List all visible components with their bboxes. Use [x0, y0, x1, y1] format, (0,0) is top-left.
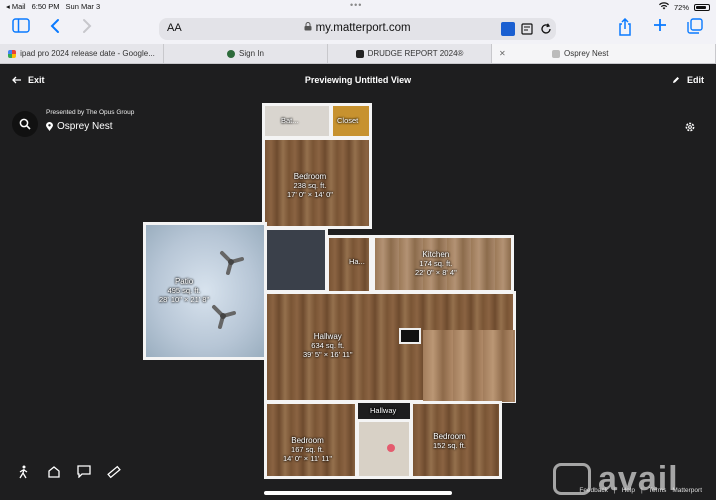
new-tab-icon[interactable] [650, 18, 670, 38]
room-bedroom-bottom-left[interactable]: Bedroom 167 sq. ft. 14' 0" × 11' 11" [264, 401, 358, 479]
help-link[interactable]: Help [622, 487, 635, 494]
status-bar: ◂ Mail 6:50 PM Sun Mar 3 ••• 72% [0, 0, 716, 12]
tab-overview-icon[interactable] [685, 18, 705, 38]
view-title: Previewing Untitled View [304, 75, 412, 85]
walk-icon[interactable] [16, 465, 32, 482]
column [399, 328, 421, 344]
matterport-brand[interactable]: Matterport [672, 487, 702, 494]
back-icon[interactable] [45, 18, 65, 38]
close-tab-icon[interactable]: ✕ [499, 49, 506, 58]
google-icon [8, 49, 17, 58]
globe-icon [227, 49, 236, 58]
dollhouse-icon[interactable] [46, 465, 62, 482]
battery-percent: 72% [673, 2, 689, 12]
room-kitchen[interactable]: Kitchen 174 sq. ft. 22' 0" × 8' 4" [372, 235, 514, 293]
wifi-icon [658, 2, 669, 12]
view-mode-controls [16, 465, 122, 482]
extension-icon[interactable] [501, 22, 515, 36]
hallway-light-floor [423, 330, 515, 402]
place-name: Osprey Nest [46, 121, 113, 132]
location-marker-icon[interactable] [387, 444, 395, 452]
presented-by: Presented by The Opus Group [46, 109, 135, 116]
lock-icon [304, 22, 312, 31]
edit-button[interactable]: Edit [672, 75, 704, 85]
room-hallway-lower[interactable]: Hallway [370, 406, 396, 415]
room-closet[interactable]: Closet [330, 103, 372, 139]
share-icon[interactable] [615, 17, 635, 38]
status-time: 6:50 PM [31, 2, 60, 11]
url-text: my.matterport.com [159, 22, 556, 34]
page-icon [552, 49, 560, 58]
drudge-icon [355, 49, 364, 58]
tab-osprey-nest[interactable]: ✕ Osprey Nest [492, 44, 716, 63]
search-button[interactable] [12, 111, 38, 137]
terms-link[interactable]: Terms [649, 487, 667, 494]
browser-toolbar: AA my.matterport.com [0, 12, 716, 44]
pencil-icon [673, 77, 679, 83]
reader-icon[interactable] [520, 22, 534, 36]
sidebar-icon[interactable] [11, 18, 31, 38]
room-living-dark[interactable] [264, 227, 328, 293]
room-hallway-main[interactable]: Hallway 634 sq. ft. 39' 5" × 16' 11" [264, 291, 516, 403]
measure-icon[interactable] [106, 465, 122, 482]
tab-bar: ipad pro 2024 release date - Google... S… [0, 44, 716, 64]
search-icon [19, 118, 31, 130]
map-pin-icon [46, 122, 53, 131]
viewer-footer: Feedback | Help | Terms Matterport [579, 487, 702, 494]
ceiling-fan-icon [220, 251, 244, 275]
viewer-header: Exit Previewing Untitled View Edit [0, 65, 716, 97]
gear-icon[interactable] [684, 121, 696, 136]
room-bath[interactable]: Bat... [262, 103, 332, 139]
room-hall-small[interactable]: Ha... [326, 235, 372, 295]
tab-sign-in[interactable]: Sign In [164, 44, 328, 63]
matterport-viewer[interactable]: Bat... Closet Bedroom 238 sq. ft. 17' 0"… [0, 65, 716, 500]
room-bedroom-bottom-right[interactable]: Bedroom 152 sq. ft. [410, 401, 502, 479]
home-indicator[interactable] [264, 491, 452, 495]
ceiling-fan-icon [212, 305, 236, 329]
room-bath-middle[interactable] [356, 419, 412, 479]
forward-icon[interactable] [77, 18, 97, 38]
address-bar[interactable]: AA my.matterport.com [159, 18, 556, 40]
reload-icon[interactable] [539, 22, 553, 36]
room-patio[interactable]: Patio 495 sq. ft. 28' 10" × 21' 8" [143, 222, 267, 360]
floorplan-chat-icon[interactable] [76, 465, 92, 482]
multitask-dots[interactable]: ••• [350, 0, 362, 10]
tab-drudge[interactable]: DRUDGE REPORT 2024® [328, 44, 492, 63]
back-to-app[interactable]: ◂ Mail [6, 2, 26, 11]
feedback-link[interactable]: Feedback [579, 487, 608, 494]
room-bedroom-top[interactable]: Bedroom 238 sq. ft. 17' 0" × 14' 0" [262, 137, 372, 229]
battery-icon [694, 3, 710, 11]
tab-google[interactable]: ipad pro 2024 release date - Google... [0, 44, 164, 63]
status-date: Sun Mar 3 [65, 2, 101, 11]
